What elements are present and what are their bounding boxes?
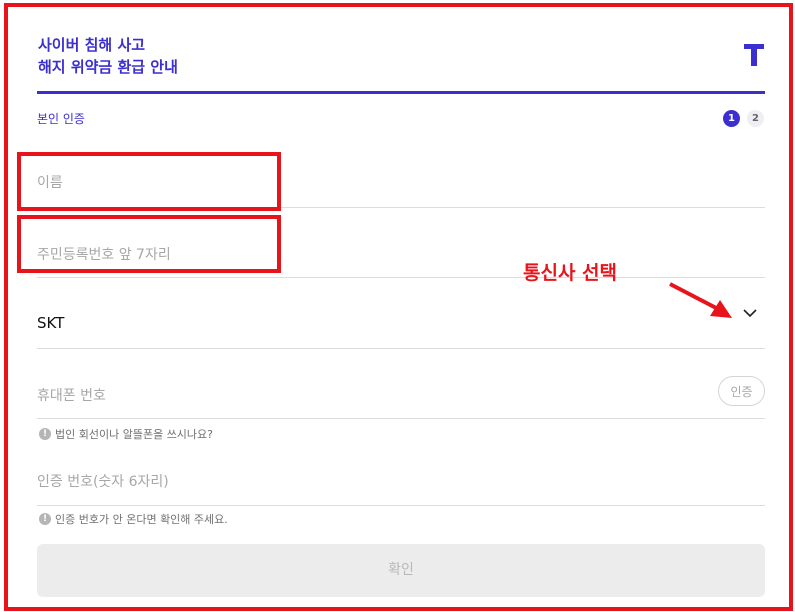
phone-field[interactable]: 휴대폰 번호 인증 — [37, 358, 765, 419]
header-divider — [37, 91, 765, 94]
verify-button[interactable]: 인증 — [718, 376, 765, 406]
phone-hint[interactable]: ! 법인 회선이나 알뜰폰을 쓰시나요? — [39, 426, 213, 442]
step-label: 본인 인증 — [37, 112, 85, 126]
annotation-arrow-icon — [669, 282, 732, 318]
confirm-button[interactable]: 확인 — [37, 544, 765, 597]
title-line-1: 사이버 침해 사고 — [38, 36, 146, 54]
info-icon: ! — [39, 513, 51, 525]
carrier-select[interactable]: SKT — [37, 288, 765, 349]
annotation-box-rrn — [17, 215, 281, 273]
code-hint-text: 인증 번호가 안 온다면 확인해 주세요. — [55, 513, 228, 526]
code-placeholder: 인증 번호(숫자 6자리) — [37, 474, 169, 490]
carrier-value: SKT — [37, 314, 65, 332]
annotation-box-name — [17, 152, 281, 211]
phone-placeholder: 휴대폰 번호 — [37, 388, 106, 404]
step-1-badge: 1 — [723, 110, 740, 127]
t-logo-icon — [744, 44, 764, 66]
code-hint: ! 인증 번호가 안 온다면 확인해 주세요. — [39, 511, 228, 527]
info-icon: ! — [39, 428, 51, 440]
code-field[interactable]: 인증 번호(숫자 6자리) — [37, 445, 765, 506]
annotation-carrier-text: 통신사 선택 — [523, 262, 618, 284]
phone-hint-text: 법인 회선이나 알뜰폰을 쓰시나요? — [55, 428, 214, 441]
page-title: 사이버 침해 사고 해지 위약금 환급 안내 — [38, 34, 178, 78]
chevron-down-icon[interactable] — [743, 308, 757, 318]
step-2-badge: 2 — [747, 110, 764, 127]
title-line-2: 해지 위약금 환급 안내 — [38, 58, 178, 76]
